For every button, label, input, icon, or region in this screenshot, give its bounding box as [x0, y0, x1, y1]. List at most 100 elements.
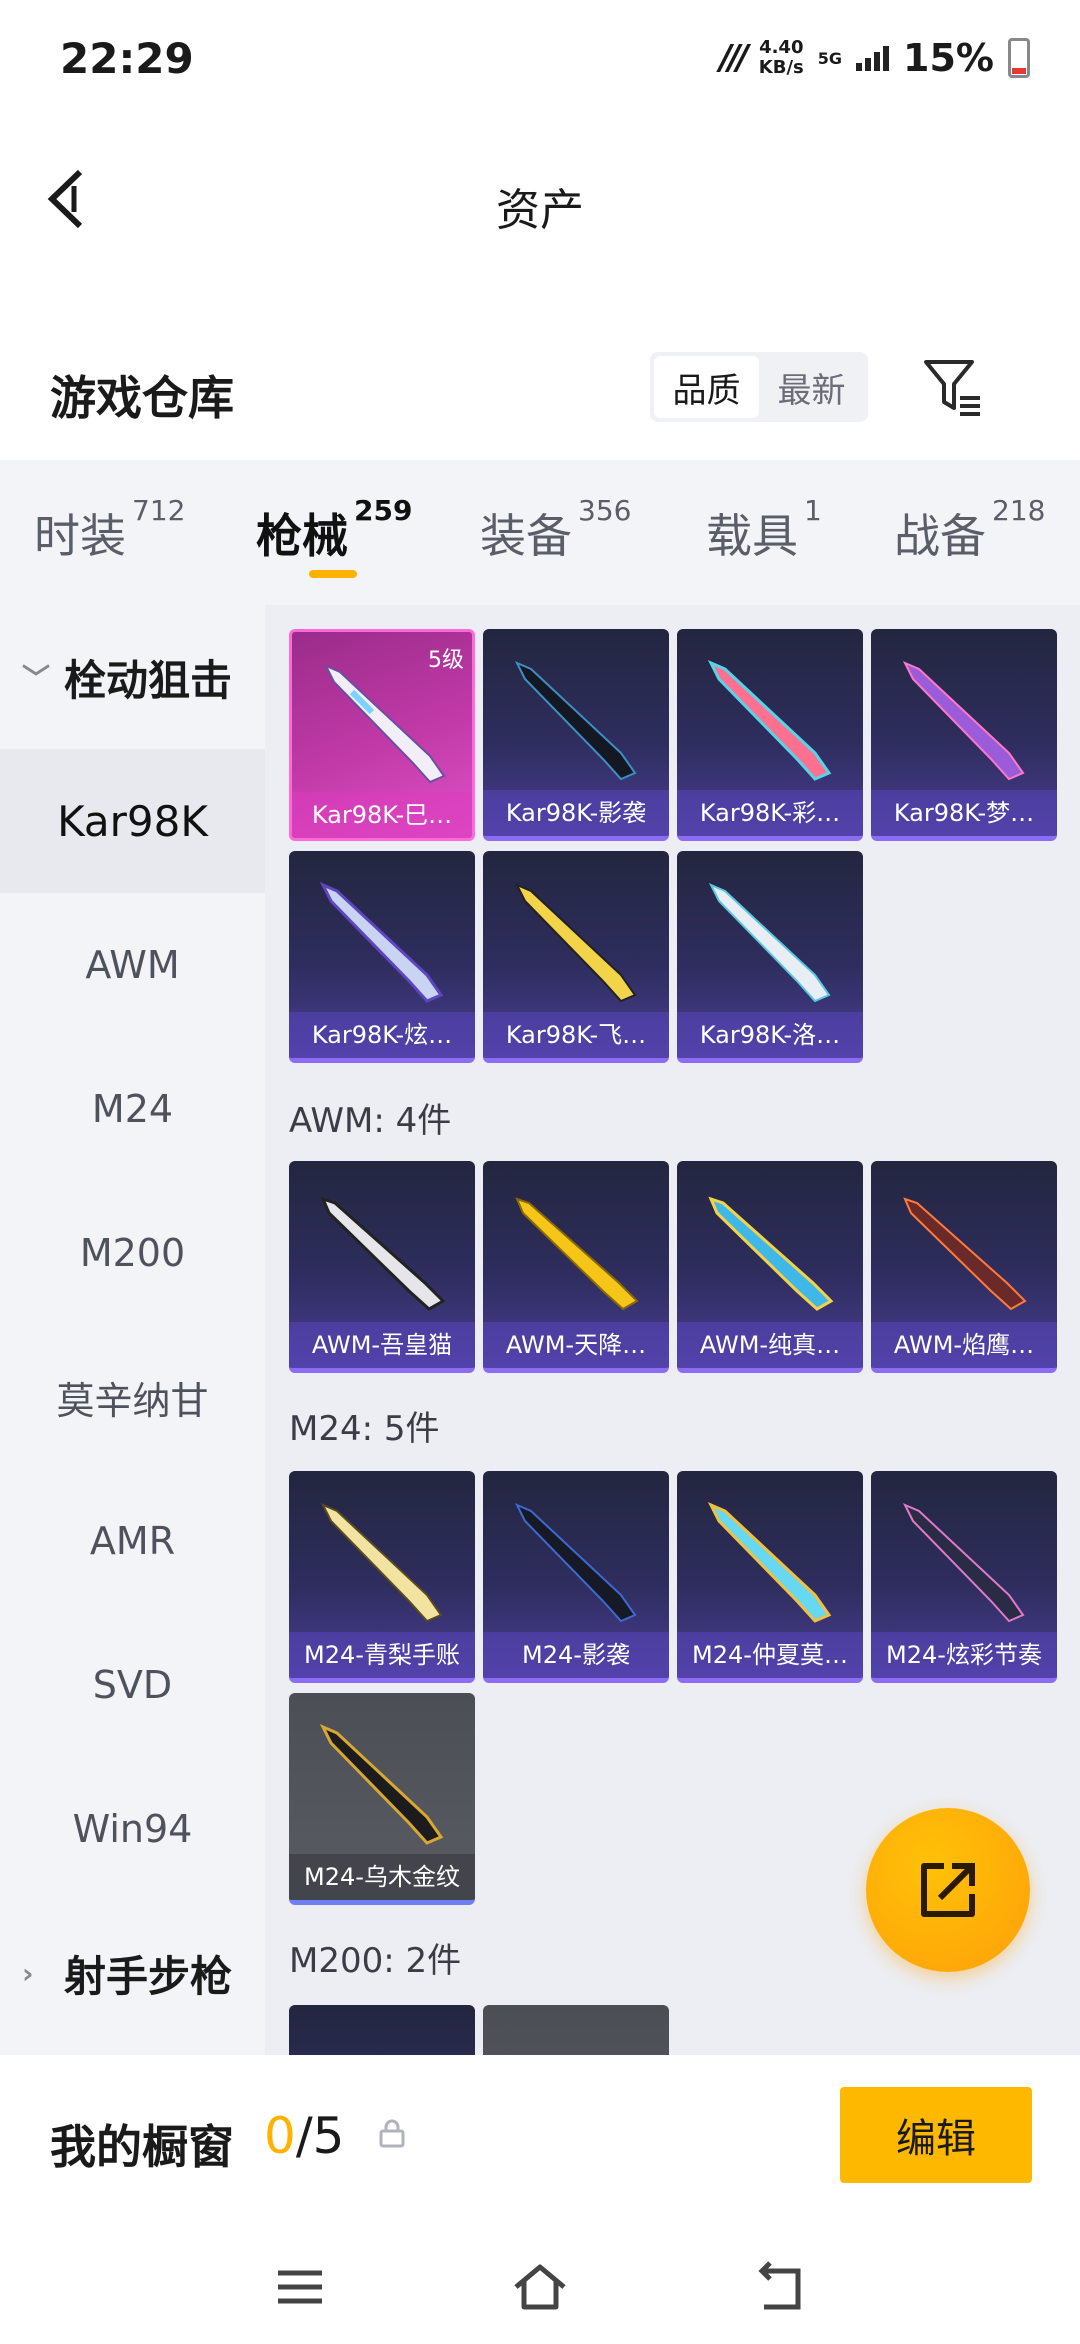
sidebar-group-dmr[interactable]: › 射手步枪 [0, 1901, 265, 2045]
weapon-name: AWM-焰鹰… [871, 1322, 1057, 1368]
lock-icon [379, 2119, 405, 2148]
sidebar-item-awm[interactable]: AWM [0, 893, 265, 1037]
warehouse-title: 游戏仓库 [50, 371, 234, 425]
tab-equipment[interactable]: 装备 356 [480, 494, 631, 566]
rifle-icon [708, 1196, 834, 1311]
tab-guns[interactable]: 枪械 259 [256, 494, 412, 566]
weapon-card[interactable]: M24-青梨手账 [289, 1471, 475, 1683]
rifle-icon [707, 660, 832, 781]
network-type: 5G [817, 48, 843, 68]
rifle-icon [319, 1724, 444, 1845]
weapon-card[interactable]: Kar98K-影袭 [483, 629, 669, 841]
rifle-icon [902, 1503, 1025, 1623]
rifle-icon [515, 1197, 639, 1311]
home-icon[interactable] [510, 2257, 570, 2317]
weapon-card[interactable]: AWM-天降… [483, 1161, 669, 1373]
sidebar-item-amr[interactable]: AMR [0, 1469, 265, 1613]
weapon-name: M24-炫彩节奏 [871, 1632, 1057, 1678]
rifle-icon [707, 1502, 832, 1623]
weapon-name: Kar98K-梦… [871, 790, 1057, 836]
weapon-card[interactable]: Kar98K-梦… [871, 629, 1057, 841]
weapon-card[interactable]: AWM-焰鹰… [871, 1161, 1057, 1373]
weapon-card[interactable]: M24-影袭 [483, 1471, 669, 1683]
weapon-name: AWM-纯真… [677, 1322, 863, 1368]
weapon-name: M24-乌木金纹 [289, 1854, 475, 1900]
rifle-icon [320, 1503, 443, 1623]
weapon-name: AWM-吾皇猫 [289, 1322, 475, 1368]
sort-quality-button[interactable]: 品质 [654, 356, 759, 418]
weapon-card[interactable]: Kar98K-彩… [677, 629, 863, 841]
back-nav-icon[interactable] [750, 2257, 810, 2317]
network-speed: 4.40 KB/s [758, 37, 804, 78]
sidebar-item-svd[interactable]: SVD [0, 1613, 265, 1757]
chevron-down-icon: ﹀ [22, 662, 51, 695]
rifle-icon [319, 882, 444, 1003]
status-time: 22:29 [60, 34, 194, 83]
weapon-name: M24-仲夏莫… [677, 1632, 863, 1678]
weapon-card[interactable] [289, 2005, 475, 2055]
warehouse-header: 游戏仓库 品质 最新 [0, 340, 1080, 460]
level-badge: 5级 [428, 648, 464, 673]
group-label-m24: M24: 5件 [289, 1409, 440, 1449]
showcase-label: 我的橱窗 [50, 2120, 234, 2174]
sidebar-item-kar98k[interactable]: Kar98K [0, 749, 265, 893]
showcase-count: 0/5 [264, 2107, 345, 2165]
weapon-name: Kar98K-洛… [677, 1012, 863, 1058]
rifle-icon [902, 661, 1025, 781]
tab-fashion[interactable]: 时装 712 [34, 494, 185, 566]
weapon-card[interactable]: AWM-纯真… [677, 1161, 863, 1373]
rifle-icon [903, 1197, 1027, 1311]
status-icons: /// 4.40 KB/s 5G 15% [720, 36, 1030, 80]
weapon-card[interactable]: Kar98K-飞… [483, 851, 669, 1063]
tab-supplies[interactable]: 战备 218 [894, 494, 1045, 566]
sidebar-item-m24[interactable]: M24 [0, 1037, 265, 1181]
rifle-icon [514, 661, 637, 781]
app-header: 资产 [0, 140, 1080, 260]
weapon-card[interactable] [483, 2005, 669, 2055]
weapon-card[interactable]: Kar98K-炫… [289, 851, 475, 1063]
sidebar-item-mosin[interactable]: 莫辛纳甘 [0, 1325, 265, 1469]
carrier-logo-icon: /// [719, 38, 749, 78]
system-nav-bar [0, 2225, 1080, 2344]
battery-icon [1008, 38, 1030, 78]
weapon-name: AWM-天降… [483, 1322, 669, 1368]
rifle-icon [708, 883, 831, 1003]
group-label-m200: M200: 2件 [289, 1941, 462, 1981]
weapon-name: M24-青梨手账 [289, 1632, 475, 1678]
rifle-icon [514, 1503, 637, 1623]
rifle-icon [514, 883, 637, 1003]
weapon-card[interactable]: M24-乌木金纹 [289, 1693, 475, 1905]
weapon-name: Kar98K-飞… [483, 1012, 669, 1058]
chevron-right-icon: › [22, 1956, 34, 1990]
weapon-name: Kar98K-巳… [292, 792, 472, 838]
weapon-card[interactable]: AWM-吾皇猫 [289, 1161, 475, 1373]
sidebar-group-bolt-action[interactable]: ﹀ 栓动狙击 [0, 605, 265, 749]
rifle-icon [320, 1196, 446, 1311]
weapon-card[interactable]: M24-炫彩节奏 [871, 1471, 1057, 1683]
weapon-sidebar: ﹀ 栓动狙击 Kar98K AWM M24 M200 莫辛纳甘 AMR SVD … [0, 605, 265, 2055]
weapon-name: M24-影袭 [483, 1632, 669, 1678]
weapon-card[interactable]: M24-仲夏莫… [677, 1471, 863, 1683]
showcase-bar: 我的橱窗 0/5 编辑 [0, 2055, 1080, 2225]
active-tab-indicator [309, 570, 357, 578]
page-title: 资产 [496, 185, 584, 236]
filter-icon[interactable] [920, 354, 986, 420]
sidebar-item-win94[interactable]: Win94 [0, 1757, 265, 1901]
weapon-name: Kar98K-影袭 [483, 790, 669, 836]
sidebar-item-m200[interactable]: M200 [0, 1181, 265, 1325]
weapon-name: Kar98K-彩… [677, 790, 863, 836]
battery-percent: 15% [903, 36, 994, 80]
share-icon [921, 1863, 975, 1917]
weapon-card[interactable]: 5级 Kar98K-巳… [289, 629, 475, 841]
tab-vehicles[interactable]: 载具 1 [706, 494, 822, 566]
menu-icon[interactable] [270, 2257, 330, 2317]
edit-button[interactable]: 编辑 [840, 2087, 1032, 2183]
sort-toggle: 品质 最新 [650, 352, 868, 422]
sort-newest-button[interactable]: 最新 [759, 356, 864, 418]
weapon-name: Kar98K-炫… [289, 1012, 475, 1058]
weapon-card[interactable]: Kar98K-洛… [677, 851, 863, 1063]
share-button[interactable] [866, 1808, 1030, 1972]
status-bar: 22:29 /// 4.40 KB/s 5G 15% [0, 0, 1080, 120]
signal-icon [856, 45, 890, 71]
category-tabs: 时装 712 枪械 259 装备 356 载具 1 战备 218 [0, 460, 1080, 605]
